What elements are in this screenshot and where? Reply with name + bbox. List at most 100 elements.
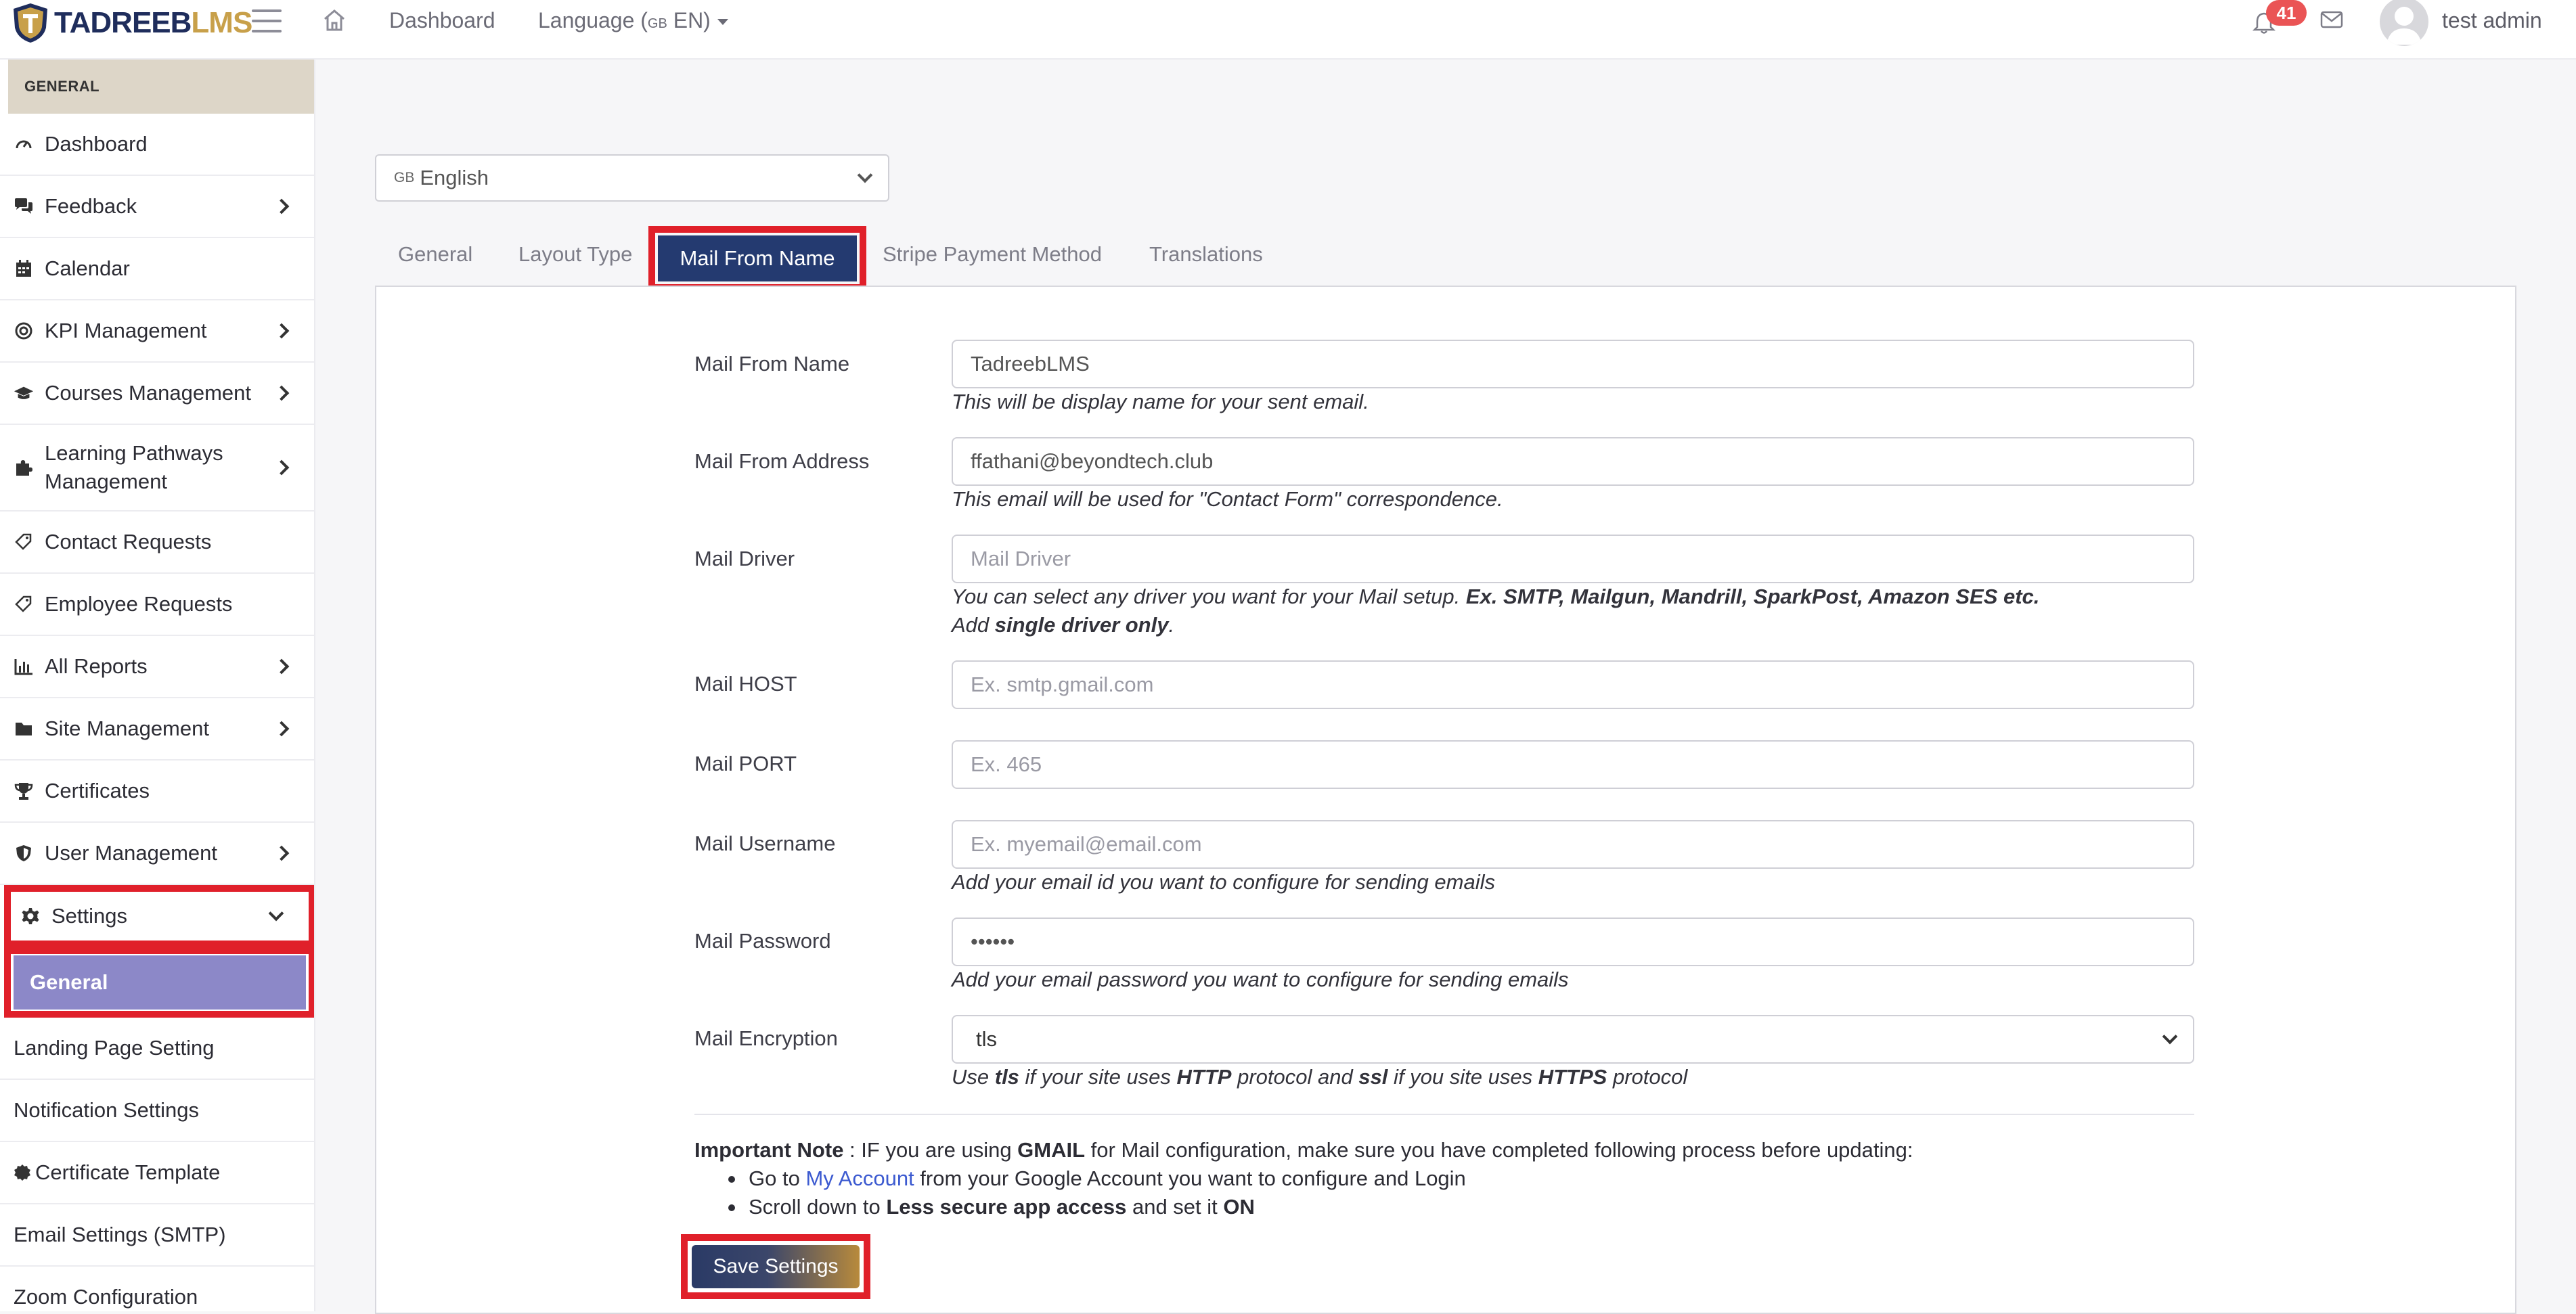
- menu-toggle-icon[interactable]: [252, 9, 282, 32]
- language-flag: GB: [647, 16, 667, 31]
- language-select-value: English: [420, 166, 489, 189]
- tab-translations[interactable]: Translations: [1149, 242, 1263, 267]
- brand-name: TADREEBLMS: [54, 6, 252, 39]
- settings-submenu-highlight: General: [4, 947, 314, 1018]
- sidebar-subitem-landing-page[interactable]: Landing Page Setting: [0, 1018, 314, 1080]
- sidebar-item-label: User Management: [45, 841, 218, 865]
- sidebar-item-label: Employee Requests: [45, 592, 233, 616]
- mail-from-name-input[interactable]: TadreebLMS: [952, 340, 2194, 388]
- graduation-cap-icon: [14, 386, 34, 399]
- avatar[interactable]: [2380, 0, 2428, 46]
- mail-encryption-select[interactable]: tls: [952, 1015, 2194, 1064]
- gear-icon: [22, 908, 39, 924]
- sidebar-item-certificates[interactable]: Certificates: [0, 761, 314, 823]
- my-account-link[interactable]: My Account: [805, 1166, 914, 1190]
- sidebar-item-label: Calendar: [45, 256, 130, 280]
- sidebar-item-user-management[interactable]: User Management: [0, 823, 314, 885]
- sidebar-item-courses[interactable]: Courses Management: [0, 363, 314, 425]
- brand-logo[interactable]: TADREEBLMS: [12, 0, 252, 46]
- mail-driver-help-2: Add single driver only.: [952, 613, 1175, 637]
- mail-port-label: Mail PORT: [694, 752, 797, 775]
- sidebar-item-site-management[interactable]: Site Management: [0, 698, 314, 761]
- mail-host-label: Mail HOST: [694, 672, 797, 696]
- settings-tabs: General Layout Type Mail From Name Strip…: [375, 226, 1323, 291]
- chevron-right-icon: [273, 385, 290, 401]
- mail-port-input[interactable]: Ex. 465: [952, 740, 2194, 789]
- sidebar-item-kpi[interactable]: KPI Management: [0, 300, 314, 363]
- mail-encryption-label: Mail Encryption: [694, 1026, 838, 1050]
- mail-encryption-help: Use tls if your site uses HTTP protocol …: [952, 1065, 1688, 1089]
- mail-password-input[interactable]: ••••••: [952, 917, 2194, 966]
- language-dropdown[interactable]: Language (GB EN): [538, 8, 728, 33]
- mail-icon[interactable]: [2320, 11, 2343, 28]
- sidebar-section-title: GENERAL: [8, 60, 314, 114]
- tag-icon: [15, 533, 32, 550]
- sidebar-item-contact-requests[interactable]: Contact Requests: [0, 512, 314, 574]
- tab-general[interactable]: General: [398, 242, 472, 267]
- caret-down-icon: [717, 19, 728, 26]
- shield-icon: [16, 845, 31, 861]
- mail-host-input[interactable]: Ex. smtp.gmail.com: [952, 660, 2194, 709]
- folder-icon: [16, 723, 32, 735]
- mail-from-address-help: This email will be used for "Contact For…: [952, 487, 1503, 511]
- note-step-1: Go to My Account from your Google Accoun…: [728, 1166, 1466, 1190]
- sidebar-subitem-general[interactable]: General: [14, 955, 306, 1010]
- nav-dashboard-link[interactable]: Dashboard: [389, 8, 495, 33]
- sidebar-item-label: KPI Management: [45, 319, 207, 342]
- calendar-icon: [16, 260, 31, 277]
- sidebar-item-label: Certificates: [45, 779, 150, 802]
- sidebar-item-dashboard[interactable]: Dashboard: [0, 114, 314, 176]
- sidebar-item-feedback[interactable]: Feedback: [0, 176, 314, 238]
- home-icon[interactable]: [321, 7, 348, 34]
- sidebar-item-label: Dashboard: [45, 132, 148, 156]
- mail-driver-label: Mail Driver: [694, 547, 795, 570]
- comments-icon: [15, 198, 32, 214]
- form-divider: [694, 1114, 2194, 1115]
- tag-icon: [15, 595, 32, 612]
- language-select[interactable]: GB English: [375, 154, 889, 202]
- puzzle-icon: [16, 460, 32, 476]
- sidebar-item-label: Courses Management: [45, 381, 251, 405]
- sidebar-item-label: Feedback: [45, 194, 137, 218]
- tab-layout-type[interactable]: Layout Type: [518, 242, 632, 267]
- sidebar-item-learning-pathways[interactable]: Learning Pathways Management: [0, 425, 314, 512]
- language-code: EN): [667, 8, 711, 32]
- mail-username-input[interactable]: Ex. myemail@email.com: [952, 820, 2194, 869]
- mail-username-help: Add your email id you want to configure …: [952, 870, 1495, 894]
- mail-from-name-help: This will be display name for your sent …: [952, 390, 1369, 413]
- tab-mail-from-name[interactable]: Mail From Name: [658, 235, 857, 281]
- mail-from-address-input[interactable]: ffathani@beyondtech.club: [952, 437, 2194, 486]
- sidebar: GENERAL Dashboard Feedback Calendar KPI …: [0, 60, 315, 1311]
- mail-driver-placeholder: Mail Driver: [971, 547, 1071, 570]
- note-step-2: Scroll down to Less secure app access an…: [728, 1195, 1255, 1219]
- active-tab-highlight: Mail From Name: [648, 226, 866, 291]
- sidebar-item-all-reports[interactable]: All Reports: [0, 636, 314, 698]
- sidebar-item-label: Learning Pathways Management: [45, 441, 223, 493]
- mail-password-value: ••••••: [971, 930, 1015, 953]
- user-name[interactable]: test admin: [2442, 8, 2542, 33]
- mail-encryption-value: tls: [976, 1027, 997, 1051]
- sidebar-item-label: Certificate Template: [35, 1160, 221, 1184]
- chevron-right-icon: [273, 198, 290, 214]
- sidebar-subitem-email-settings[interactable]: Email Settings (SMTP): [0, 1204, 314, 1267]
- chevron-down-icon: [2162, 1028, 2178, 1045]
- chevron-down-icon: [268, 905, 284, 922]
- shield-logo-icon: [14, 3, 47, 43]
- save-button-highlight: Save Settings: [681, 1234, 870, 1299]
- save-settings-button[interactable]: Save Settings: [692, 1245, 860, 1288]
- sidebar-subitem-notification-settings[interactable]: Notification Settings: [0, 1080, 314, 1142]
- tab-stripe-payment-method[interactable]: Stripe Payment Method: [883, 242, 1102, 267]
- important-note: Important Note : IF you are using GMAIL …: [694, 1138, 1913, 1162]
- sidebar-subitem-zoom-configuration[interactable]: Zoom Configuration: [0, 1267, 314, 1311]
- sidebar-subitem-certificate-template[interactable]: Certificate Template: [0, 1142, 314, 1204]
- sidebar-item-label: Site Management: [45, 717, 209, 740]
- sidebar-item-settings[interactable]: Settings: [4, 885, 314, 947]
- mail-driver-input[interactable]: Mail Driver: [952, 535, 2194, 583]
- mail-port-placeholder: Ex. 465: [971, 752, 1042, 776]
- chevron-right-icon: [273, 845, 290, 861]
- sidebar-item-calendar[interactable]: Calendar: [0, 238, 314, 300]
- chevron-right-icon: [273, 658, 290, 675]
- mail-password-help: Add your email password you want to conf…: [952, 968, 1569, 991]
- sidebar-item-employee-requests[interactable]: Employee Requests: [0, 574, 314, 636]
- sidebar-item-label: Contact Requests: [45, 530, 212, 553]
